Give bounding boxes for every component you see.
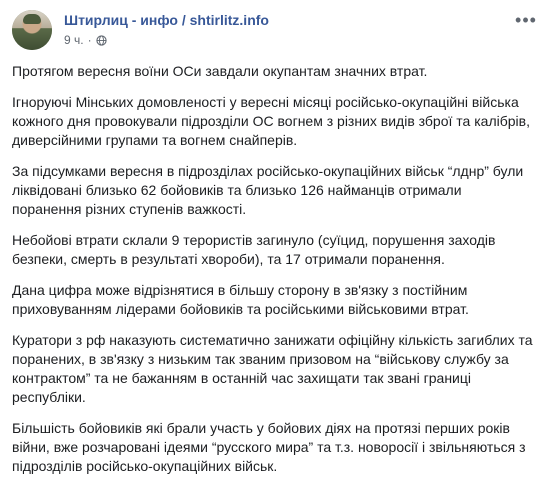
post-paragraph: Куратори з рф наказують систематично зан… <box>12 332 533 405</box>
post-paragraph: Більшість бойовиків які брали участь у б… <box>12 420 526 474</box>
post-paragraph: Протягом вересня воїни ОСи завдали окупа… <box>12 63 428 79</box>
post-paragraph: Дана цифра може відрізнятися в більшу ст… <box>12 282 469 317</box>
globe-icon[interactable] <box>95 34 107 46</box>
facebook-post: Штирлиц - инфо / shtirlitz.info 9 ч. · •… <box>0 0 550 502</box>
more-options-icon[interactable]: ••• <box>514 10 538 30</box>
timestamp-link[interactable]: 9 ч. <box>64 33 84 47</box>
avatar[interactable] <box>12 10 52 50</box>
post-meta: 9 ч. · <box>64 32 107 48</box>
post-paragraph: Небойові втрати склали 9 терористів заги… <box>12 232 496 267</box>
post-text: Протягом вересня воїни ОСи завдали окупа… <box>12 62 534 488</box>
page-name-link[interactable]: Штирлиц - инфо / shtirlitz.info <box>64 12 269 28</box>
post-paragraph: За підсумками вересня в підрозділах росі… <box>12 163 524 217</box>
post-paragraph: Ігноруючі Мінських домовленості у вересн… <box>12 94 530 148</box>
post-header: Штирлиц - инфо / shtirlitz.info 9 ч. · •… <box>12 10 538 54</box>
